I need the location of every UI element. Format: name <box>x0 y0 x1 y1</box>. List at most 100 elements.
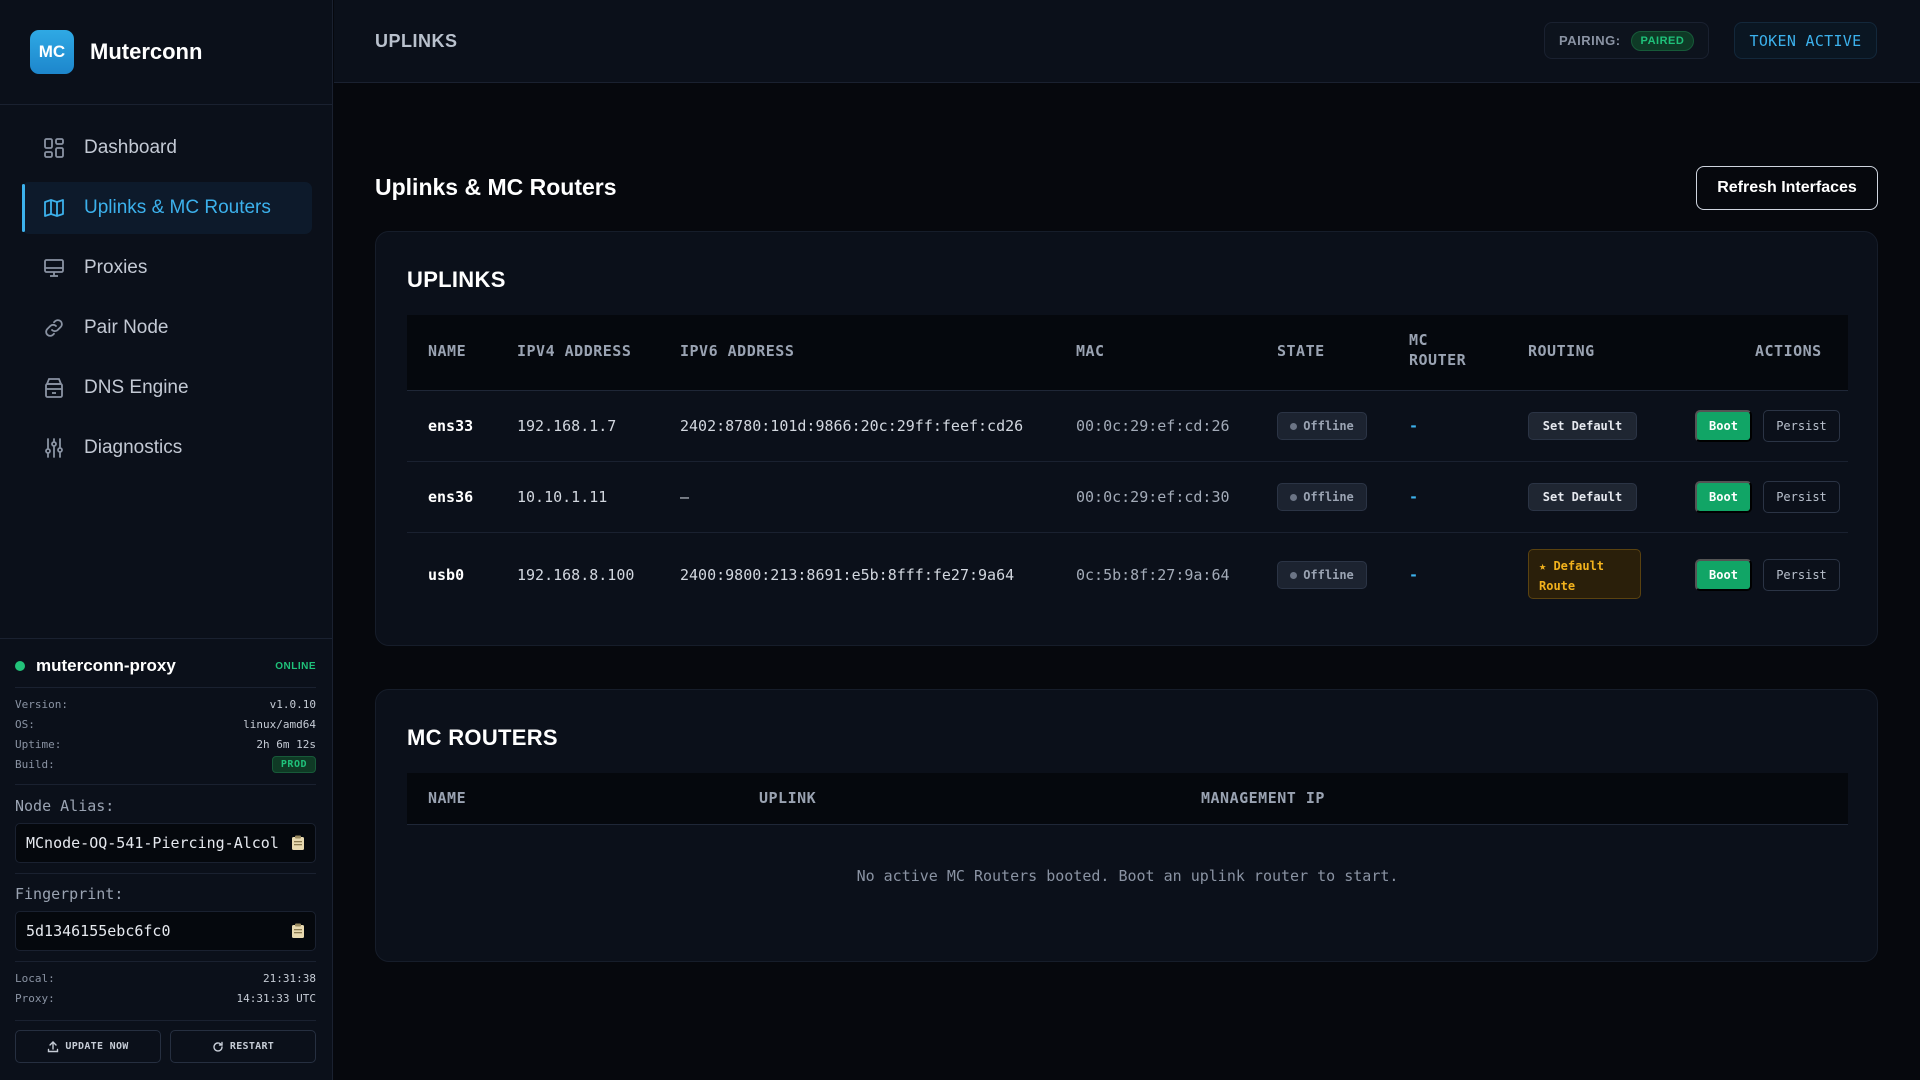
sidebar-item-dns-engine[interactable]: DNS Engine <box>22 362 312 414</box>
uplink-mc-router: - <box>1409 417 1419 435</box>
status-dot-icon <box>1290 493 1298 501</box>
boot-button[interactable]: Boot <box>1695 481 1752 513</box>
online-dot-icon <box>15 661 25 671</box>
alias-label: Node Alias: <box>15 797 115 815</box>
sidebar-item-diagnostics[interactable]: Diagnostics <box>22 422 312 474</box>
page-title: Uplinks & MC Routers <box>375 174 617 200</box>
button-label: UPDATE NOW <box>65 1041 129 1052</box>
brand[interactable]: MC Muterconn <box>30 30 202 74</box>
default-route-text: Route <box>1539 579 1576 593</box>
divider <box>15 784 316 785</box>
table-row: ens33 192.168.1.7 2402:8780:101d:9866:20… <box>407 391 1848 462</box>
clipboard-icon[interactable] <box>291 835 305 851</box>
set-default-button[interactable]: Set Default <box>1528 483 1637 511</box>
build-badge: PROD <box>271 755 316 773</box>
node-proxy-time: Proxy: 14:31:33 UTC <box>15 990 316 1006</box>
col-state: STATE <box>1277 342 1325 360</box>
boot-button[interactable]: Boot <box>1695 559 1752 591</box>
col-mac: MAC <box>1076 342 1105 360</box>
update-now-button[interactable]: UPDATE NOW <box>15 1030 161 1063</box>
brand-logo: MC <box>30 30 74 74</box>
monitor-icon <box>42 256 66 280</box>
col-mc-router: ROUTER <box>1409 351 1467 369</box>
uplink-ipv4: 10.10.1.11 <box>517 488 608 506</box>
sidebar: MC Muterconn Dashboard Uplinks & MC Rout… <box>0 0 333 1080</box>
value: 2h 6m 12s <box>256 737 316 751</box>
status-dot-icon <box>1290 571 1298 579</box>
topbar: UPLINKS PAIRING: PAIRED TOKEN ACTIVE <box>334 0 1920 83</box>
node-name: muterconn-proxy <box>36 656 176 675</box>
uplink-mac: 0c:5b:8f:27:9a:64 <box>1076 566 1230 584</box>
sidebar-item-proxies[interactable]: Proxies <box>22 242 312 294</box>
uplink-mc-router: - <box>1409 488 1419 506</box>
label: Local: <box>15 971 55 985</box>
page-section-title: UPLINKS <box>375 31 458 51</box>
state-badge: Offline <box>1277 561 1367 589</box>
uplinks-title: UPLINKS <box>407 267 506 292</box>
refresh-icon <box>213 1041 223 1052</box>
button-label: RESTART <box>229 1041 275 1052</box>
pairing-label: PAIRING: <box>1559 33 1621 48</box>
sliders-icon <box>42 436 66 460</box>
node-local-time: Local: 21:31:38 <box>15 970 316 986</box>
restart-button[interactable]: RESTART <box>170 1030 316 1063</box>
label: Version: <box>15 697 68 711</box>
fingerprint-value: 5d1346155ebc6fc0 <box>26 922 171 940</box>
node-os: OS: linux/amd64 <box>15 716 316 732</box>
sidebar-item-dashboard[interactable]: Dashboard <box>22 122 312 174</box>
alias-field[interactable]: MCnode-OQ-541-Piercing-Alcol <box>15 823 316 863</box>
upload-icon <box>48 1040 59 1052</box>
persist-button[interactable]: Persist <box>1763 481 1840 513</box>
fingerprint-label: Fingerprint: <box>15 885 124 903</box>
node-panel: muterconn-proxy ONLINE Version: v1.0.10 … <box>0 638 333 1021</box>
value: v1.0.10 <box>269 697 316 711</box>
grid-icon <box>42 136 66 160</box>
divider <box>0 104 333 105</box>
col-mc-router: MC <box>1409 331 1429 349</box>
uplink-ipv6: 2400:9800:213:8691:e5b:8fff:fe27:9a64 <box>680 566 1015 584</box>
table-row: usb0 192.168.8.100 2400:9800:213:8691:e5… <box>407 533 1848 618</box>
paired-badge: PAIRED <box>1630 30 1695 51</box>
divider <box>15 961 316 962</box>
col-routing: ROUTING <box>1528 342 1595 360</box>
label: Proxy: <box>15 991 55 1005</box>
set-default-button[interactable]: Set Default <box>1528 412 1637 440</box>
default-route-text: ★ Default <box>1539 559 1605 573</box>
sidebar-item-pair-node[interactable]: Pair Node <box>22 302 312 354</box>
sidebar-item-label: Proxies <box>84 257 148 278</box>
label: Uptime: <box>15 737 62 751</box>
sidebar-item-label: Uplinks & MC Routers <box>84 197 271 218</box>
mc-routers-table-header: NAME UPLINK MANAGEMENT IP <box>407 773 1848 825</box>
persist-button[interactable]: Persist <box>1763 559 1840 591</box>
col-name: NAME <box>428 342 467 360</box>
divider <box>15 687 316 688</box>
clipboard-icon[interactable] <box>291 923 305 939</box>
default-route-badge: ★ Default Route <box>1528 549 1641 599</box>
refresh-interfaces-button[interactable]: Refresh Interfaces <box>1696 166 1878 210</box>
boot-button[interactable]: Boot <box>1695 410 1752 442</box>
persist-button[interactable]: Persist <box>1763 410 1840 442</box>
label: Build: <box>15 757 55 771</box>
mc-routers-card: MC ROUTERS NAME UPLINK MANAGEMENT IP No … <box>375 689 1878 962</box>
uplink-mc-router: - <box>1409 566 1419 584</box>
sidebar-item-label: Pair Node <box>84 317 169 338</box>
uplinks-table-header: NAME IPV4 ADDRESS IPV6 ADDRESS MAC STATE… <box>407 315 1848 391</box>
col-uplink: UPLINK <box>759 789 817 807</box>
label: OS: <box>15 717 35 731</box>
state-text: Offline <box>1303 490 1354 504</box>
value: 14:31:33 UTC <box>236 991 316 1005</box>
fingerprint-field[interactable]: 5d1346155ebc6fc0 <box>15 911 316 951</box>
state-text: Offline <box>1303 419 1354 433</box>
state-badge: Offline <box>1277 412 1367 440</box>
token-status[interactable]: TOKEN ACTIVE <box>1734 22 1877 59</box>
node-version: Version: v1.0.10 <box>15 696 316 712</box>
col-ipv6: IPV6 ADDRESS <box>680 342 795 360</box>
sidebar-item-uplinks[interactable]: Uplinks & MC Routers <box>22 182 312 234</box>
state-text: Offline <box>1303 568 1354 582</box>
uplink-ipv4: 192.168.8.100 <box>517 566 635 584</box>
divider <box>15 873 316 874</box>
col-ipv4: IPV4 ADDRESS <box>517 342 632 360</box>
empty-state-message: No active MC Routers booted. Boot an upl… <box>856 867 1399 885</box>
uplink-ipv6: 2402:8780:101d:9866:20c:29ff:feef:cd26 <box>680 417 1024 435</box>
col-management-ip: MANAGEMENT IP <box>1201 789 1325 807</box>
